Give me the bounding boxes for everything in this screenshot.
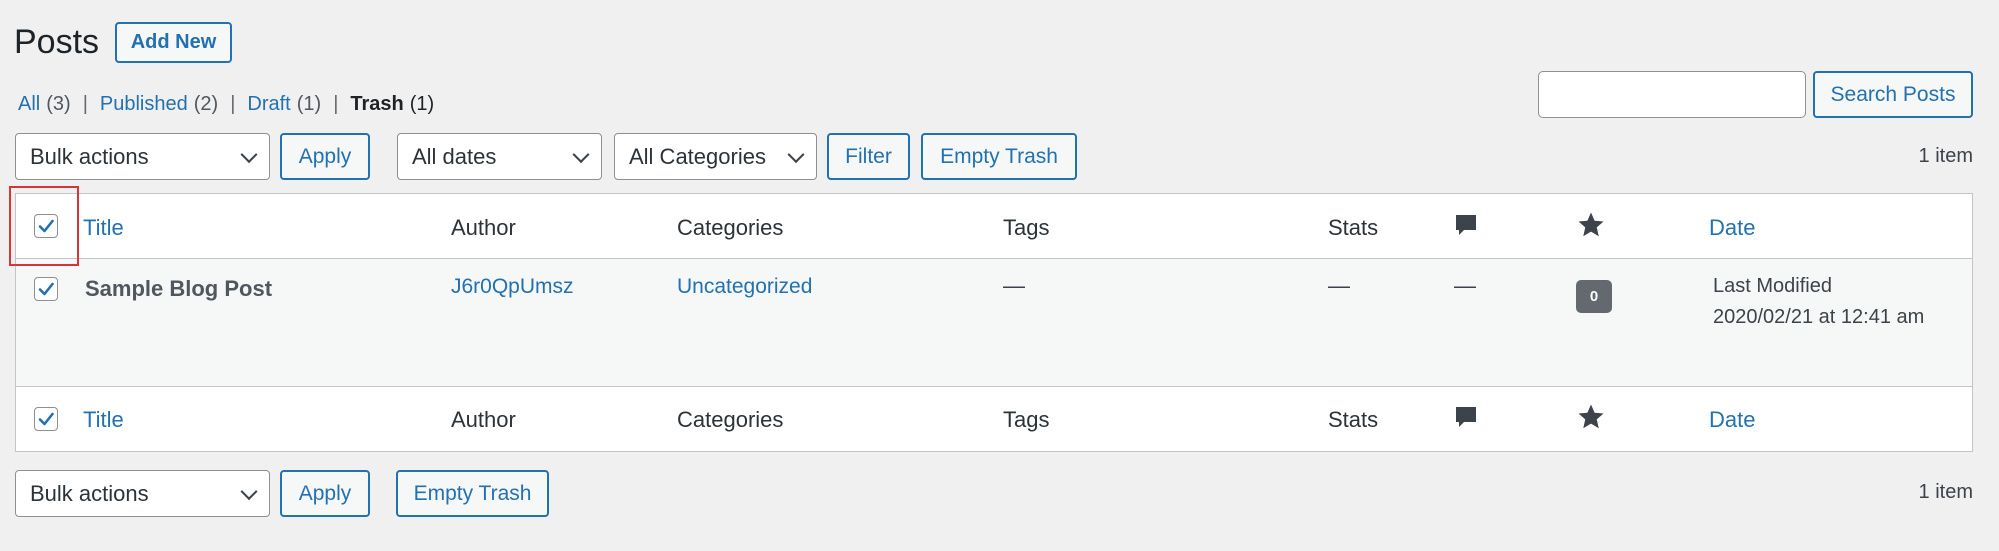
bulk-actions-value: Bulk actions <box>30 143 149 169</box>
filter-button[interactable]: Filter <box>827 133 910 180</box>
apply-button-bottom[interactable]: Apply <box>280 470 370 517</box>
search-posts-button[interactable]: Search Posts <box>1813 71 1973 118</box>
table-row: Sample Blog Post J6r0QpUmsz Uncategorize… <box>16 259 1972 387</box>
view-draft-link[interactable]: Draft <box>247 93 290 116</box>
posts-table: Title Author Categories Tags Stats Date … <box>15 193 1973 452</box>
chevron-down-icon <box>240 145 258 163</box>
view-trash[interactable]: Trash (1) <box>350 93 434 116</box>
star-icon[interactable] <box>1576 210 1606 246</box>
view-trash-link[interactable]: Trash <box>350 93 403 116</box>
column-stats: Stats <box>1328 215 1379 240</box>
view-published-link[interactable]: Published <box>100 93 188 116</box>
column-categories: Categories <box>677 215 784 240</box>
bulk-actions-value-bottom: Bulk actions <box>30 480 149 506</box>
rating-badge: 0 <box>1576 280 1612 313</box>
search-input[interactable] <box>1538 71 1806 118</box>
column-date-sort[interactable]: Date <box>1709 215 1755 241</box>
column-date-sort-footer[interactable]: Date <box>1709 407 1755 433</box>
chevron-down-icon <box>787 145 805 163</box>
column-categories-footer: Categories <box>677 407 784 432</box>
column-tags-footer: Tags <box>1003 407 1050 432</box>
view-separator: | <box>333 93 339 115</box>
view-all-count: (3) <box>46 93 71 115</box>
view-separator: | <box>82 93 88 115</box>
post-title: Sample Blog Post <box>85 276 273 301</box>
page-title: Posts <box>14 23 100 61</box>
bulk-actions-select-top[interactable]: Bulk actions <box>15 133 270 180</box>
table-footer-row: Title Author Categories Tags Stats Date <box>16 387 1972 451</box>
comment-bubble-icon[interactable] <box>1454 405 1478 437</box>
view-published-count: (2) <box>193 93 219 115</box>
row-checkbox[interactable] <box>34 277 58 301</box>
chevron-down-icon <box>572 145 590 163</box>
checkmark-icon <box>38 412 54 426</box>
items-count-bottom: 1 item <box>1918 481 1973 503</box>
column-author: Author <box>451 215 516 240</box>
empty-trash-button-top[interactable]: Empty Trash <box>921 133 1077 180</box>
post-date-status: Last Modified <box>1713 275 1832 297</box>
post-category-link[interactable]: Uncategorized <box>677 275 812 299</box>
post-date-value: 2020/02/21 at 12:41 am <box>1713 306 1925 328</box>
post-stats: — <box>1328 273 1350 298</box>
items-count-top: 1 item <box>1918 145 1973 167</box>
comment-bubble-icon[interactable] <box>1454 213 1478 245</box>
post-tags: — <box>1003 273 1025 298</box>
post-comments: — <box>1454 273 1476 298</box>
date-filter-value: All dates <box>412 143 497 169</box>
bulk-actions-select-bottom[interactable]: Bulk actions <box>15 470 270 517</box>
table-header-row: Title Author Categories Tags Stats Date <box>16 194 1972 259</box>
column-author-footer: Author <box>451 407 516 432</box>
view-all[interactable]: All (3) <box>18 93 71 116</box>
focus-highlight <box>9 186 79 266</box>
column-title-sort[interactable]: Title <box>83 215 124 241</box>
post-author-link[interactable]: J6r0QpUmsz <box>451 275 574 299</box>
select-all-checkbox-footer[interactable] <box>34 407 58 431</box>
date-filter-select[interactable]: All dates <box>397 133 602 180</box>
view-published[interactable]: Published (2) <box>100 93 218 116</box>
post-status-views: All (3) | Published (2) | Draft (1) | Tr… <box>18 93 434 116</box>
column-stats-footer: Stats <box>1328 407 1379 432</box>
view-draft[interactable]: Draft (1) <box>247 93 321 116</box>
view-draft-count: (1) <box>296 93 322 115</box>
view-trash-count: (1) <box>409 93 435 115</box>
category-filter-select[interactable]: All Categories <box>614 133 817 180</box>
chevron-down-icon <box>240 482 258 500</box>
add-new-button[interactable]: Add New <box>115 22 232 63</box>
star-icon[interactable] <box>1576 402 1606 438</box>
empty-trash-button-bottom[interactable]: Empty Trash <box>396 470 549 517</box>
view-separator: | <box>230 93 236 115</box>
column-title-sort-footer[interactable]: Title <box>83 407 124 433</box>
column-tags: Tags <box>1003 215 1050 240</box>
apply-button-top[interactable]: Apply <box>280 133 370 180</box>
checkmark-icon <box>38 282 54 296</box>
category-filter-value: All Categories <box>629 143 766 169</box>
view-all-link[interactable]: All <box>18 93 40 116</box>
